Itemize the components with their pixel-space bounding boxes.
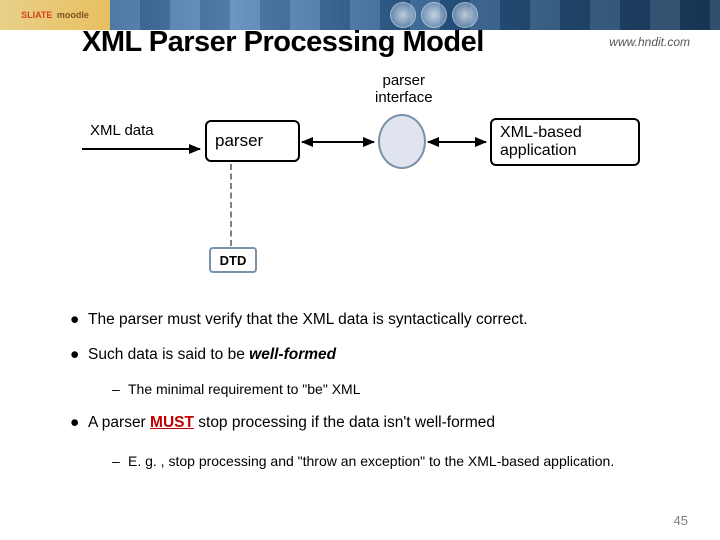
well-formed-term: well-formed (249, 346, 336, 363)
bullet-icon: ● (70, 413, 88, 434)
arrow-interface-to-app (428, 141, 486, 143)
bullet-2: ●Such data is said to be well-formed (70, 345, 680, 366)
bullet-2-sub-text: The minimal requirement to "be" XML (128, 381, 360, 397)
bullet-2-sub: –The minimal requirement to "be" XML (112, 380, 680, 399)
bullet-1: ●The parser must verify that the XML dat… (70, 310, 680, 331)
app-line2: application (500, 142, 638, 160)
bullet-icon: ● (70, 345, 88, 366)
xml-data-label: XML data (90, 122, 154, 139)
banner-circles (390, 2, 478, 28)
bullet-icon: ● (70, 310, 88, 331)
app-line1: XML-based (500, 124, 638, 142)
parser-interface-label: parser interface (375, 72, 433, 107)
iface-line1: parser (383, 72, 426, 89)
iface-line2: interface (375, 89, 433, 106)
url-hint: www.hndit.com (609, 35, 690, 49)
bullet-3: ●A parser MUST stop processing if the da… (70, 413, 680, 434)
bullet-3-post: stop processing if the data isn't well-f… (194, 414, 495, 431)
application-box: XML-based application (490, 118, 640, 166)
interface-oval (378, 114, 426, 169)
bullet-1-text: The parser must verify that the XML data… (88, 311, 528, 328)
content-body: ●The parser must verify that the XML dat… (70, 310, 680, 488)
bullet-3-pre: A parser (88, 414, 150, 431)
dash-icon: – (112, 448, 128, 475)
globe-icon (390, 2, 416, 28)
arrow-parser-to-interface (302, 141, 374, 143)
bullet-3-sub: –E. g. , stop processing and "throw an e… (112, 448, 680, 475)
parser-box: parser (205, 120, 300, 162)
arrow-xml-to-parser (82, 148, 200, 150)
bullet-3-sub-text: E. g. , stop processing and "throw an ex… (128, 453, 614, 469)
logo-sliate: SLIATE (21, 10, 52, 20)
globe-icon (421, 2, 447, 28)
dashed-line (230, 164, 232, 246)
dash-icon: – (112, 380, 128, 399)
logo-moodle: moodle (57, 10, 89, 20)
diagram: parser interface XML data parser XML-bas… (70, 72, 660, 242)
dtd-box: DTD (209, 247, 257, 273)
globe-icon (452, 2, 478, 28)
bullet-2-pre: Such data is said to be (88, 346, 249, 363)
page-title: XML Parser Processing Model (82, 26, 484, 59)
page-number: 45 (674, 513, 688, 528)
must-keyword: MUST (150, 414, 194, 431)
